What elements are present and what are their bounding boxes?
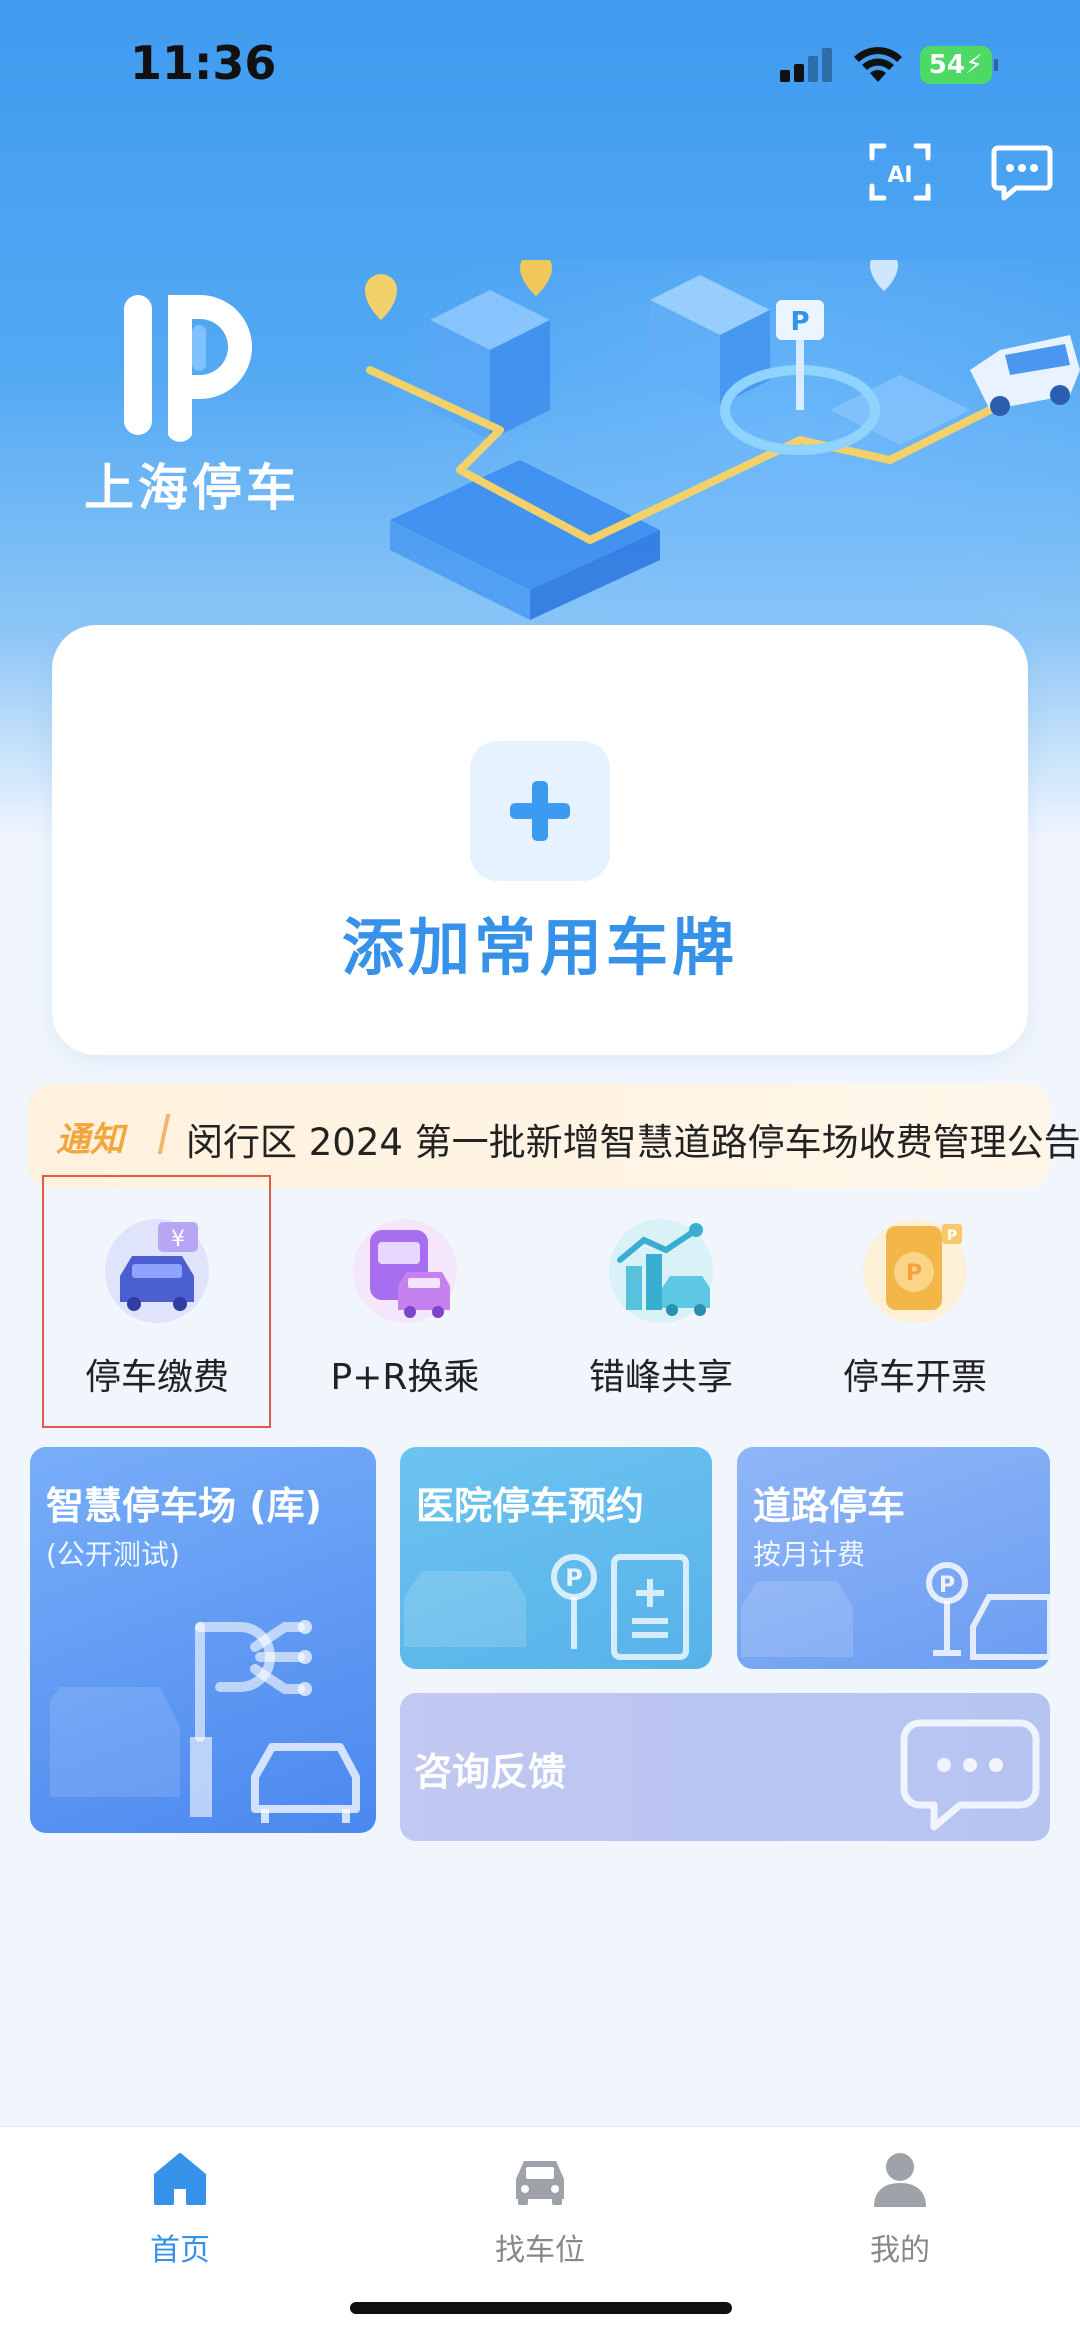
ai-scan-icon[interactable]: AI [868,140,932,204]
park-and-ride-icon [353,1219,457,1323]
battery-indicator: 54⚡ [920,46,998,84]
wifi-icon [854,47,902,82]
road-parking-illustration: P [741,1562,1050,1660]
brand-name: 上海停车 [84,459,300,517]
hospital-parking-illustration: P [404,1554,689,1660]
status-bar: 11:36 54⚡ [0,0,1080,130]
quick-action-label: 停车开票 [842,1357,987,1398]
tile-subtitle: (公开测试) [46,1538,180,1571]
nav-item-mine[interactable]: 我的 [800,2127,1000,2287]
message-icon[interactable] [990,140,1054,204]
quick-action-label: P+R换乘 [330,1357,480,1398]
add-plate-card[interactable]: 添加常用车牌 [52,625,1028,1055]
quick-action-label: 错峰共享 [588,1357,733,1398]
svg-text:P: P [565,1564,583,1592]
chat-bubble-icon [900,1719,1040,1831]
tile-title: 智慧停车场 (库) [46,1484,322,1528]
home-indicator [350,2302,732,2314]
add-plate-label: 添加常用车牌 [341,911,738,984]
notice-tag: 通知 [56,1120,124,1160]
smart-parking-illustration [50,1620,360,1823]
nav-item-find-spot[interactable]: 找车位 [440,2127,640,2287]
off-peak-share-icon [609,1219,713,1323]
svg-text:P: P [790,307,809,337]
quick-action-off-peak-share[interactable]: 错峰共享 [546,1200,786,1400]
svg-text:AI: AI [887,163,912,188]
cellular-signal-icon [780,48,838,82]
quick-action-park-and-ride[interactable]: P+R换乘 [290,1200,530,1400]
plus-icon[interactable] [470,741,610,881]
battery-level: 54 [928,50,965,80]
nav-label: 找车位 [495,2233,585,2268]
tile-title: 咨询反馈 [414,1750,567,1794]
car-icon [516,2161,564,2205]
tile-road-parking[interactable]: 道路停车 按月计费 P [737,1447,1050,1669]
svg-text:P: P [939,1573,955,1598]
tile-smart-parking[interactable]: 智慧停车场 (库) (公开测试) [30,1447,376,1833]
highlight-box [42,1175,271,1428]
city-illustration: P [365,260,1080,620]
notice-text: 闵行区 2024 第一批新增智慧道路停车场收费管理公告 [186,1121,1080,1164]
notice-divider [157,1114,171,1154]
nav-label: 首页 [150,2233,210,2268]
tile-feedback[interactable]: 咨询反馈 [400,1693,1050,1841]
notice-bar[interactable]: 通知 闵行区 2024 第一批新增智慧道路停车场收费管理公告 [28,1084,1080,1188]
tile-hospital-reservation[interactable]: 医院停车预约 P [400,1447,712,1669]
tile-title: 医院停车预约 [416,1484,645,1528]
tile-title: 道路停车 [753,1484,906,1528]
svg-text:P: P [947,1228,957,1244]
nav-item-home[interactable]: 首页 [80,2127,280,2287]
status-time: 11:36 [130,36,277,90]
svg-text:P: P [906,1261,922,1286]
quick-action-parking-invoice[interactable]: P P 停车开票 [800,1200,1040,1400]
home-icon [154,2153,206,2205]
parking-invoice-icon: P P [863,1219,967,1323]
nav-label: 我的 [870,2233,930,2268]
user-icon [874,2153,926,2207]
